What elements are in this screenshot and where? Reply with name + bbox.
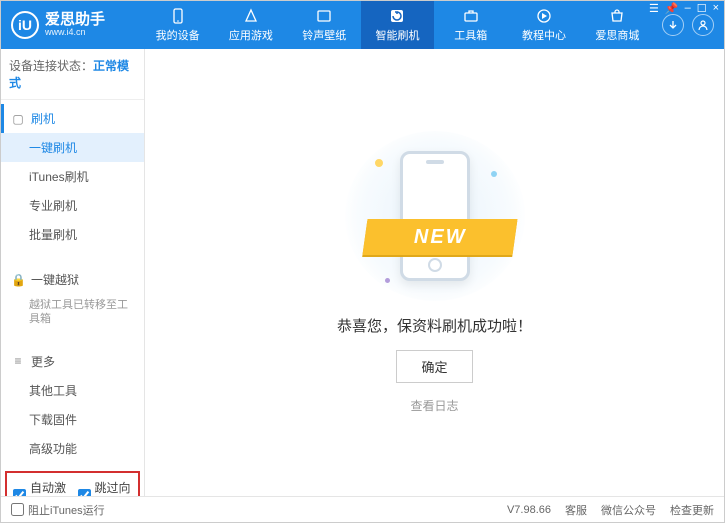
nav-store[interactable]: 爱思商城	[581, 1, 654, 49]
nav-label: 工具箱	[454, 27, 487, 43]
jailbreak-note: 越狱工具已转移至工具箱	[1, 294, 144, 331]
flash-icon	[388, 7, 406, 25]
nav-label: 铃声壁纸	[302, 27, 346, 43]
wechat-link[interactable]: 微信公众号	[601, 502, 656, 518]
auto-activate-checkbox[interactable]: 自动激活	[13, 479, 68, 496]
nav-my-device[interactable]: 我的设备	[141, 1, 214, 49]
block-itunes-checkbox[interactable]: 阻止iTunes运行	[11, 502, 105, 518]
titlebar: iU 爱思助手 www.i4.cn 我的设备 应用游戏	[1, 1, 724, 49]
skip-guide-input[interactable]	[78, 489, 91, 496]
more-icon: ≡	[11, 354, 25, 368]
support-link[interactable]: 客服	[565, 502, 587, 518]
app-window: iU 爱思助手 www.i4.cn 我的设备 应用游戏	[0, 0, 725, 523]
brand-url: www.i4.cn	[45, 28, 105, 38]
tutorial-icon	[535, 7, 553, 25]
phone-icon	[169, 7, 187, 25]
section-more[interactable]: ≡ 更多	[1, 347, 144, 376]
nav-apps[interactable]: 应用游戏	[214, 1, 287, 49]
auto-activate-input[interactable]	[13, 489, 26, 496]
sidebar-item-firmware[interactable]: 下载固件	[1, 405, 144, 434]
pin-icon[interactable]: 📌	[665, 2, 679, 15]
device-status: 设备连接状态：正常模式	[1, 49, 144, 100]
sidebar: 设备连接状态：正常模式 ▢ 刷机 一键刷机 iTunes刷机 专业刷机 批量刷机…	[1, 49, 145, 496]
title-right	[662, 14, 714, 36]
logo-icon: iU	[11, 11, 39, 39]
checkbox-label: 跳过向导	[95, 479, 133, 496]
nav-toolbox[interactable]: 工具箱	[434, 1, 507, 49]
sidebar-item-pro[interactable]: 专业刷机	[1, 191, 144, 220]
main-content: NEW 恭喜您，保资料刷机成功啦！ 确定 查看日志	[145, 49, 724, 496]
window-controls: ☰ 📌 – ☐ ×	[649, 2, 719, 15]
maximize-button[interactable]: ☐	[697, 2, 707, 15]
nav-flash[interactable]: 智能刷机	[361, 1, 434, 49]
body: 设备连接状态：正常模式 ▢ 刷机 一键刷机 iTunes刷机 专业刷机 批量刷机…	[1, 49, 724, 496]
nav-label: 爱思商城	[595, 27, 639, 43]
sidebar-item-other[interactable]: 其他工具	[1, 376, 144, 405]
nav-label: 智能刷机	[375, 27, 419, 43]
menu-icon[interactable]: ☰	[649, 2, 659, 15]
section-label: 更多	[31, 353, 55, 370]
nav-ringtones[interactable]: 铃声壁纸	[288, 1, 361, 49]
sidebar-item-itunes[interactable]: iTunes刷机	[1, 162, 144, 191]
status-label: 设备连接状态：	[9, 59, 93, 73]
nav-label: 我的设备	[156, 27, 200, 43]
version-label: V7.98.66	[507, 504, 551, 516]
account-button[interactable]	[692, 14, 714, 36]
options-row: 自动激活 跳过向导	[5, 471, 140, 496]
nav-label: 教程中心	[522, 27, 566, 43]
download-button[interactable]	[662, 14, 684, 36]
top-nav: 我的设备 应用游戏 铃声壁纸 智能刷机	[141, 1, 654, 49]
section-jailbreak[interactable]: 🔒 一键越狱	[1, 265, 144, 294]
sidebar-item-oneclick[interactable]: 一键刷机	[1, 133, 144, 162]
section-label: 刷机	[31, 110, 55, 127]
sidebar-item-advanced[interactable]: 高级功能	[1, 434, 144, 463]
nav-tutorials[interactable]: 教程中心	[507, 1, 580, 49]
logo: iU 爱思助手 www.i4.cn	[11, 11, 141, 39]
footer: 阻止iTunes运行 V7.98.66 客服 微信公众号 检查更新	[1, 496, 724, 522]
success-illustration: NEW	[345, 131, 525, 301]
toolbox-icon	[462, 7, 480, 25]
minimize-button[interactable]: –	[685, 2, 691, 15]
check-update-link[interactable]: 检查更新	[670, 502, 714, 518]
section-label: 一键越狱	[31, 271, 79, 288]
success-message: 恭喜您，保资料刷机成功啦！	[337, 315, 532, 336]
wallpaper-icon	[315, 7, 333, 25]
confirm-button[interactable]: 确定	[396, 350, 472, 383]
block-itunes-input[interactable]	[11, 503, 24, 516]
brand-name: 爱思助手	[45, 12, 105, 29]
store-icon	[608, 7, 626, 25]
checkbox-label: 阻止iTunes运行	[28, 502, 105, 518]
skip-guide-checkbox[interactable]: 跳过向导	[78, 479, 133, 496]
new-ribbon: NEW	[362, 219, 517, 255]
section-flash[interactable]: ▢ 刷机	[1, 104, 144, 133]
sidebar-item-batch[interactable]: 批量刷机	[1, 220, 144, 249]
view-log-link[interactable]: 查看日志	[410, 397, 458, 414]
phone-graphic	[400, 151, 470, 281]
close-button[interactable]: ×	[713, 2, 719, 15]
lock-icon: 🔒	[11, 273, 25, 287]
apps-icon	[242, 7, 260, 25]
flash-section-icon: ▢	[11, 112, 25, 126]
checkbox-label: 自动激活	[30, 479, 68, 496]
nav-label: 应用游戏	[229, 27, 273, 43]
